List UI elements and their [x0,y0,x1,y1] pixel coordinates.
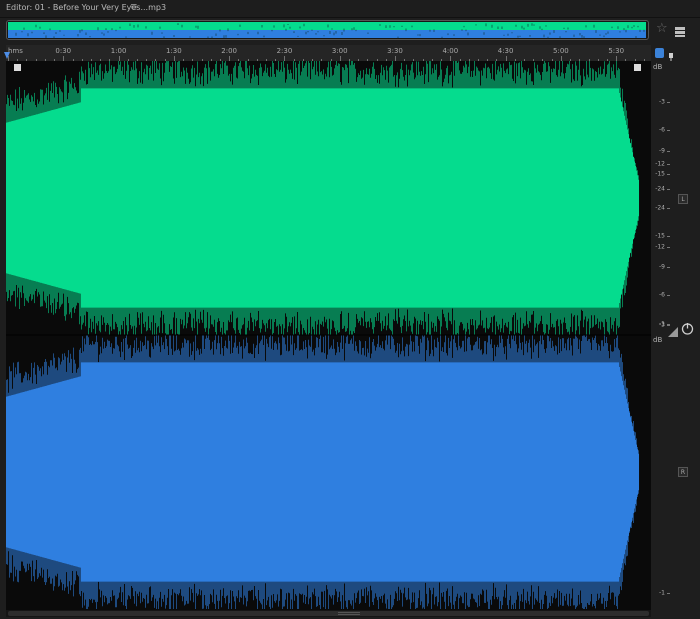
db-scale-tick [667,593,670,594]
time-tick-label: 1:30 [165,47,182,55]
db-scale-label: -3 [659,321,665,329]
time-ruler[interactable]: hms 0:30 1:00 1:30 2:00 2:30 3:00 3:30 4:00 4:30… [6,45,651,61]
db-scale-label: -15 [655,232,665,240]
headphone-icon[interactable] [655,48,664,58]
list-icon-graphic [675,27,685,37]
db-scale-label: -12 [655,243,665,251]
db-unit-label: dB [653,63,663,71]
power-icon-graphic [681,323,694,335]
time-tick-label: 5:00 [553,47,569,55]
time-tick-label: 2:00 [221,47,238,55]
db-scale-tick [667,189,670,190]
db-scale-label: -24 [655,185,665,193]
db-scale-tick [667,295,670,296]
playhead-marker[interactable] [4,52,10,59]
db-scale-tick [667,174,670,175]
scrollbar-thumb[interactable] [8,611,649,616]
list-icon[interactable] [674,23,686,37]
level-icon[interactable] [668,322,678,337]
db-scale-label: -1 [659,589,665,597]
waveform-left-channel [6,61,640,335]
db-scale-tick [667,102,670,103]
time-tick-label: 4:00 [442,47,459,55]
db-scale-label: -15 [655,170,665,178]
time-tick-label: 4:30 [497,47,514,55]
db-scale-label: -24 [655,204,665,212]
db-scale-label: -3 [659,98,665,106]
zoom-corner-left-icon[interactable] [14,64,21,71]
power-icon[interactable] [681,320,694,335]
waveform-graphic [6,61,651,610]
db-scale-tick [667,151,670,152]
waveform-display[interactable] [6,61,651,610]
db-scale-tick [667,208,670,209]
waveform-right-channel [6,335,640,609]
db-scale-tick [667,164,670,165]
level-icon-graphic [668,327,678,337]
zoom-corner-right-icon[interactable] [634,64,641,71]
db-scale-label: -12 [655,160,665,168]
waveform-left-channel-body [6,88,640,308]
db-scale-tick [667,130,670,131]
db-scale-tick [667,247,670,248]
channel-badge-right[interactable]: R [678,467,688,477]
db-scale-tick [667,267,670,268]
time-unit-label: hms [8,47,23,55]
editor-title: Editor: 01 - Before Your Very Eyes...mp3 [6,3,167,12]
time-tick-label: 0:30 [55,47,72,55]
db-scale-label: -6 [659,291,665,299]
marker-icon[interactable] [668,48,674,63]
time-tick-label: 1:00 [110,47,127,55]
channel-badge-left[interactable]: L [678,194,688,204]
waveform-overview[interactable] [6,20,649,40]
overview-waveform-graphic [8,22,646,39]
db-scale-tick [667,236,670,237]
time-tick-label: 3:30 [387,47,403,55]
star-icon[interactable]: ☆ [656,22,668,36]
hamburger-menu-icon[interactable]: ≡ [130,2,138,12]
db-scale-label: -9 [659,147,665,155]
overview-left-channel [8,22,646,30]
scrollbar-grip-icon[interactable] [338,612,360,615]
db-unit-label: dB [653,336,663,344]
time-tick-label: 5:30 [608,47,625,55]
time-tick-label: 3:00 [331,47,348,55]
waveform-right-channel-body [6,362,640,582]
db-scale-label: -6 [659,126,665,134]
db-scale-label: -9 [659,263,665,271]
time-tick-label: 2:30 [276,47,293,55]
